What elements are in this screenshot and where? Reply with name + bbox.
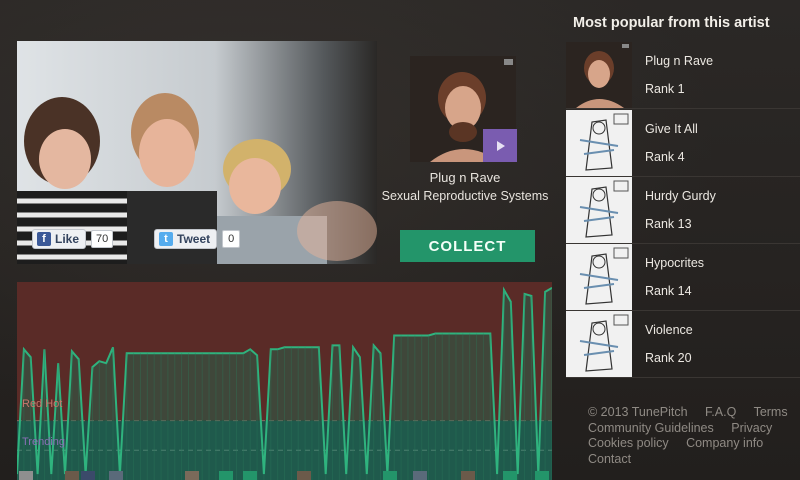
popular-track-cover bbox=[566, 42, 632, 108]
popular-track-name: Give It All bbox=[645, 122, 698, 136]
chart-thumb[interactable] bbox=[535, 471, 549, 480]
popular-track-item[interactable]: Plug n Rave Rank 1 bbox=[566, 42, 800, 109]
chart-thumb[interactable] bbox=[297, 471, 311, 480]
sidebar-title: Most popular from this artist bbox=[573, 15, 770, 31]
sketch-cover-illustration bbox=[566, 244, 632, 310]
collect-button[interactable]: COLLECT bbox=[400, 230, 535, 262]
track-title[interactable]: Plug n Rave bbox=[390, 170, 540, 185]
facebook-icon: f bbox=[37, 232, 51, 246]
cookies-policy-link[interactable]: Cookies policy bbox=[588, 436, 669, 450]
popular-track-cover bbox=[566, 311, 632, 377]
community-guidelines-link[interactable]: Community Guidelines bbox=[588, 421, 714, 435]
popularity-chart-svg bbox=[17, 282, 552, 480]
privacy-link[interactable]: Privacy bbox=[731, 421, 772, 435]
chart-thumb[interactable] bbox=[185, 471, 199, 480]
chart-thumb[interactable] bbox=[219, 471, 233, 480]
popular-track-item[interactable]: Violence Rank 20 bbox=[566, 311, 800, 378]
portrait-cover-illustration bbox=[566, 42, 632, 108]
twitter-tweet-widget: t Tweet 0 bbox=[154, 228, 241, 250]
popular-track-cover bbox=[566, 177, 632, 243]
popular-track-item[interactable]: Hypocrites Rank 14 bbox=[566, 244, 800, 311]
red-hot-label: Red Hot bbox=[22, 398, 63, 410]
tweet-count: 0 bbox=[222, 230, 241, 248]
chart-thumb[interactable] bbox=[19, 471, 33, 480]
copyright-text: © 2013 TunePitch bbox=[588, 405, 688, 419]
chart-thumb[interactable] bbox=[383, 471, 397, 480]
tweet-label: Tweet bbox=[177, 232, 211, 246]
twitter-icon: t bbox=[159, 232, 173, 246]
popular-track-cover bbox=[566, 110, 632, 176]
play-icon bbox=[497, 140, 505, 151]
chart-thumb[interactable] bbox=[461, 471, 475, 480]
popular-track-name: Hypocrites bbox=[645, 256, 705, 270]
like-count: 70 bbox=[91, 230, 114, 248]
track-artist[interactable]: Sexual Reproductive Systems bbox=[380, 189, 550, 203]
popular-track-name: Violence bbox=[645, 323, 693, 337]
chart-thumb[interactable] bbox=[65, 471, 79, 480]
popular-track-rank: Rank 1 bbox=[645, 82, 685, 96]
play-button[interactable] bbox=[483, 129, 517, 162]
popular-track-cover bbox=[566, 244, 632, 310]
chart-thumb[interactable] bbox=[81, 471, 95, 480]
sketch-cover-illustration bbox=[566, 311, 632, 377]
terms-link[interactable]: Terms bbox=[754, 405, 788, 419]
popular-track-item[interactable]: Hurdy Gurdy Rank 13 bbox=[566, 177, 800, 244]
sketch-cover-illustration bbox=[566, 177, 632, 243]
popular-track-rank: Rank 4 bbox=[645, 150, 685, 164]
popularity-chart bbox=[17, 282, 552, 480]
chart-thumb[interactable] bbox=[109, 471, 123, 480]
popular-track-name: Plug n Rave bbox=[645, 54, 714, 68]
chart-thumb[interactable] bbox=[503, 471, 517, 480]
like-label: Like bbox=[55, 232, 80, 246]
chart-thumb[interactable] bbox=[243, 471, 257, 480]
popular-track-rank: Rank 14 bbox=[645, 284, 692, 298]
contact-link[interactable]: Contact bbox=[588, 452, 631, 466]
company-info-link[interactable]: Company info bbox=[686, 436, 763, 450]
chart-thumb[interactable] bbox=[413, 471, 427, 480]
popular-track-name: Hurdy Gurdy bbox=[645, 189, 716, 203]
twitter-tweet-button[interactable]: t Tweet bbox=[154, 229, 218, 249]
sketch-cover-illustration bbox=[566, 110, 632, 176]
popular-track-rank: Rank 13 bbox=[645, 217, 692, 231]
popular-track-item[interactable]: Give It All Rank 4 bbox=[566, 110, 800, 177]
footer: © 2013 TunePitch F.A.Q Terms Community G… bbox=[588, 405, 800, 467]
chart-thumbnail-strip bbox=[17, 471, 552, 480]
facebook-like-widget: f Like 70 bbox=[32, 228, 114, 250]
faq-link[interactable]: F.A.Q bbox=[705, 405, 736, 419]
trending-label: Trending bbox=[22, 436, 66, 448]
facebook-like-button[interactable]: f Like bbox=[32, 229, 87, 249]
popular-track-rank: Rank 20 bbox=[645, 351, 692, 365]
